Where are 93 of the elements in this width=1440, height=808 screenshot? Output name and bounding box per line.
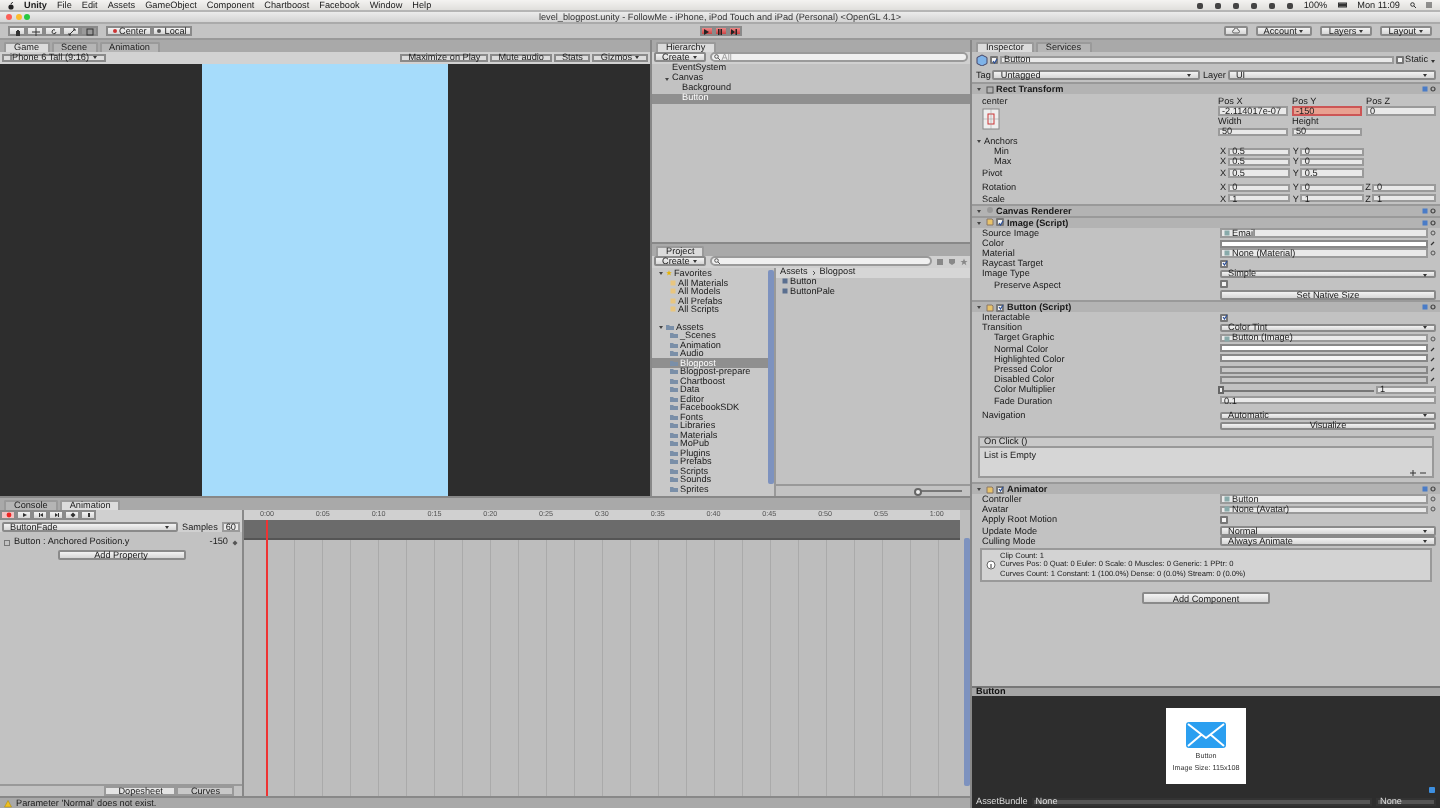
expanded-arrow-icon[interactable] xyxy=(664,75,670,81)
envelope-icon xyxy=(1184,720,1228,751)
checkbox[interactable] xyxy=(1220,280,1228,289)
preview-settings-icon[interactable] xyxy=(1428,786,1436,794)
close-button[interactable] xyxy=(6,14,12,20)
checkmark-icon xyxy=(997,486,1003,493)
scrollbar[interactable] xyxy=(768,269,774,484)
component-icon xyxy=(985,85,993,94)
component-enabled-checkbox[interactable] xyxy=(996,218,1004,227)
next-key-button[interactable] xyxy=(48,510,64,521)
static-checkbox[interactable] xyxy=(1395,56,1403,64)
caret-icon xyxy=(1298,28,1305,34)
component-enabled-checkbox[interactable] xyxy=(996,485,1004,494)
gear-icon[interactable] xyxy=(1430,486,1436,493)
cloud-button[interactable] xyxy=(1223,26,1248,36)
rect-tool-button[interactable] xyxy=(80,25,98,37)
color-swatch[interactable] xyxy=(1220,375,1428,384)
slider-thumb[interactable] xyxy=(914,487,922,495)
search-icon xyxy=(1410,2,1416,8)
color-swatch[interactable] xyxy=(1220,365,1428,374)
rotate-tool-icon xyxy=(49,27,57,35)
add-keyframe-icon xyxy=(69,512,75,519)
asset-icon xyxy=(1224,229,1230,236)
filter-type-icon[interactable] xyxy=(936,257,944,266)
eyedropper-icon[interactable] xyxy=(1430,240,1436,247)
pivot-icon xyxy=(111,28,117,34)
battery-icon xyxy=(1337,2,1348,8)
scale-tool-icon xyxy=(67,27,75,35)
caret-icon xyxy=(1418,28,1424,34)
hand-tool-icon xyxy=(13,27,21,35)
component-icon xyxy=(985,303,993,312)
previous-key-icon xyxy=(37,512,43,519)
hand-tool-button[interactable] xyxy=(8,25,26,37)
search-icon xyxy=(713,54,720,61)
search-icon xyxy=(713,258,720,265)
caret-icon xyxy=(1358,28,1365,34)
caret-icon xyxy=(1422,324,1428,331)
play-button[interactable] xyxy=(699,25,713,37)
search-field[interactable] xyxy=(709,256,932,267)
add-icon[interactable] xyxy=(1410,469,1416,476)
rotate-tool-button[interactable] xyxy=(44,25,62,37)
menu-icon xyxy=(1426,2,1432,8)
object-picker-icon[interactable] xyxy=(1430,229,1436,236)
add-keyframe-button[interactable] xyxy=(64,510,80,521)
object-picker-icon[interactable] xyxy=(1430,250,1436,257)
checkmark-icon xyxy=(997,219,1003,226)
caret-icon xyxy=(1430,57,1436,63)
component-enabled-checkbox[interactable] xyxy=(996,303,1004,312)
move-tool-icon xyxy=(31,27,39,35)
star-icon xyxy=(666,270,672,277)
expanded-arrow-icon[interactable] xyxy=(658,323,664,330)
space-icon xyxy=(156,28,163,34)
asset-icon xyxy=(1224,250,1230,257)
slider-thumb[interactable] xyxy=(1217,386,1223,394)
checkmark-icon xyxy=(991,57,997,63)
object-picker-icon[interactable] xyxy=(1430,335,1436,342)
checkmark-icon xyxy=(1221,314,1227,321)
component-icon xyxy=(985,485,993,494)
previous-key-button[interactable] xyxy=(32,510,48,521)
record-icon xyxy=(5,512,11,519)
favorite-icon[interactable] xyxy=(960,257,968,266)
step-button[interactable] xyxy=(727,25,741,37)
gear-icon[interactable] xyxy=(1430,304,1436,311)
color-swatch[interactable] xyxy=(1220,344,1428,353)
rect-tool-icon xyxy=(85,27,93,35)
move-tool-button[interactable] xyxy=(26,25,44,37)
next-key-icon xyxy=(53,512,59,519)
add-event-button[interactable] xyxy=(80,510,96,521)
color-swatch[interactable] xyxy=(1220,354,1428,363)
scrollbar[interactable] xyxy=(963,538,969,786)
step-icon xyxy=(730,27,738,35)
pause-button[interactable] xyxy=(713,25,727,37)
checkmark-icon xyxy=(1221,260,1227,267)
pause-icon xyxy=(716,27,724,35)
checkmark-icon xyxy=(997,304,1003,311)
preview-play-icon xyxy=(21,512,27,519)
asset-icon xyxy=(1224,335,1230,342)
color-swatch[interactable] xyxy=(1220,239,1428,248)
scale-tool-button[interactable] xyxy=(62,25,80,37)
gear-icon[interactable] xyxy=(1430,86,1436,93)
anchor-preset-icon[interactable] xyxy=(982,107,1000,130)
apple-logo-icon xyxy=(8,1,14,9)
active-checkbox[interactable] xyxy=(990,56,998,64)
keyframe-icon[interactable] xyxy=(232,539,238,545)
info-icon xyxy=(986,560,996,571)
cloud-icon xyxy=(1231,28,1240,34)
filter-label-icon[interactable] xyxy=(948,257,956,266)
add-event-icon xyxy=(85,512,91,519)
checkbox[interactable] xyxy=(1220,259,1228,268)
checkbox[interactable] xyxy=(1220,313,1228,322)
preview-play-button[interactable] xyxy=(16,510,32,521)
property-icon xyxy=(4,539,10,545)
checkbox[interactable] xyxy=(1220,516,1228,525)
